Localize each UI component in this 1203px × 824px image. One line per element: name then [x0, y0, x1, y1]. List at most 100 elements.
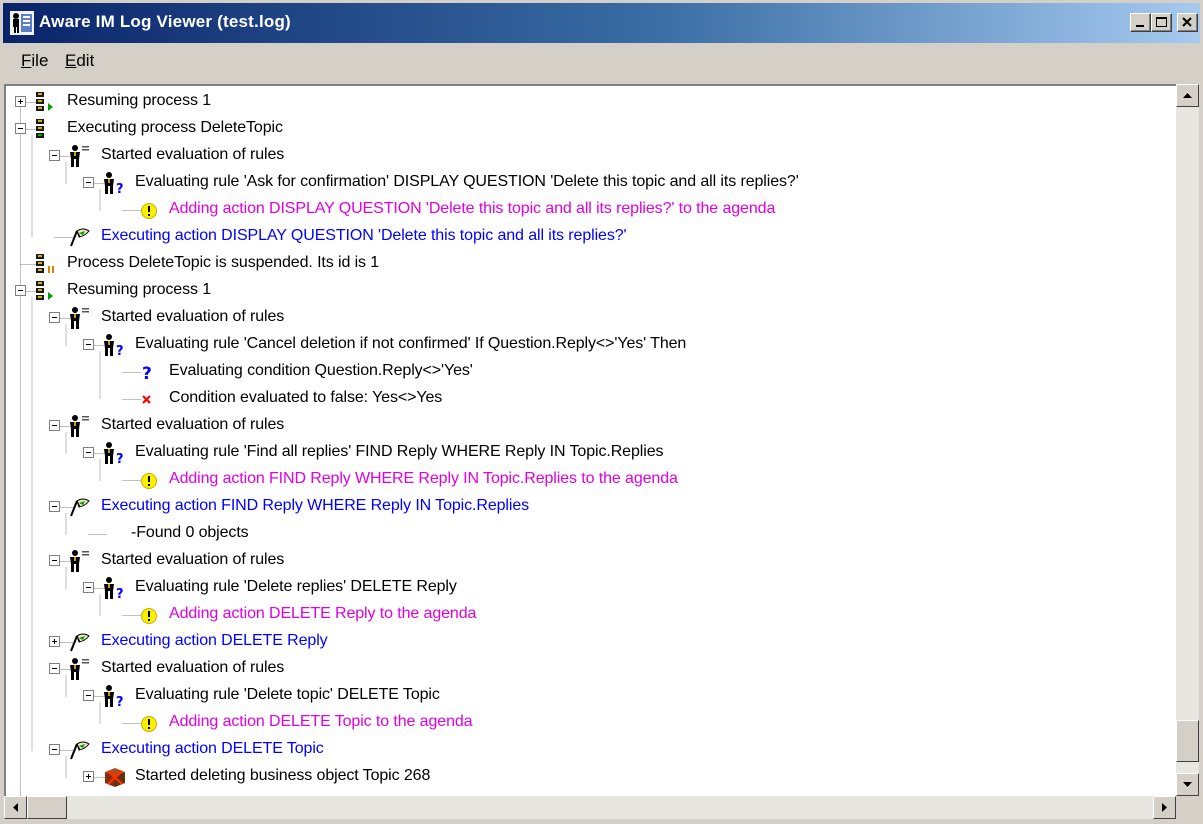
svg-text:?: ?: [116, 452, 124, 465]
maximize-button[interactable]: [1151, 13, 1172, 32]
flag-icon: [65, 225, 97, 249]
collapse-toggle[interactable]: [83, 582, 94, 593]
svg-text:?: ?: [116, 182, 124, 195]
tree-row[interactable]: ? Evaluating rule 'Delete topic' DELETE T…: [6, 683, 1178, 710]
scroll-right-button[interactable]: [1153, 796, 1176, 819]
tree-node-label: Evaluating rule 'Find all replies' FIND …: [135, 443, 664, 460]
tree-row[interactable]: -Found 0 objects: [6, 521, 1178, 548]
vertical-scroll-thumb[interactable]: [1176, 720, 1199, 762]
collapse-toggle[interactable]: [83, 447, 94, 458]
tree-node-label: Started evaluation of rules: [101, 146, 285, 163]
tree-node-label: Condition evaluated to false: Yes<>Yes: [169, 389, 443, 406]
collapse-toggle[interactable]: [49, 420, 60, 431]
title-bar[interactable]: Aware IM Log Viewer (test.log): [3, 3, 1200, 43]
tree-row[interactable]: ? Evaluating rule 'Cancel deletion if not…: [6, 332, 1178, 359]
horizontal-scrollbar[interactable]: [4, 796, 1176, 819]
tree-row[interactable]: Adding action DISPLAY QUESTION 'Delete t…: [6, 197, 1178, 224]
tree-row[interactable]: Started evaluation of rules: [6, 548, 1178, 575]
tree-row[interactable]: Adding action DELETE Reply to the agenda: [6, 602, 1178, 629]
tree-row[interactable]: Adding action FIND Reply WHERE Reply IN …: [6, 467, 1178, 494]
tree-node-label: Started evaluation of rules: [101, 308, 285, 325]
tree-row[interactable]: ? Evaluating rule 'Find all replies' FIND…: [6, 440, 1178, 467]
expand-toggle[interactable]: [83, 771, 94, 782]
tree-node-label: -Found 0 objects: [131, 524, 249, 541]
svg-text:?: ?: [116, 587, 124, 600]
tree-row[interactable]: ? Evaluating rule 'Ask for confirmation' …: [6, 170, 1178, 197]
tree-node-label: Resuming process 1: [67, 281, 212, 298]
vertical-scrollbar[interactable]: [1176, 84, 1199, 796]
rules-evaluation-icon: [65, 657, 97, 681]
scroll-up-button[interactable]: [1176, 84, 1199, 107]
tree-row[interactable]: Resuming process 1: [6, 89, 1178, 116]
horizontal-scroll-thumb[interactable]: [27, 796, 67, 819]
collapse-toggle[interactable]: [15, 123, 26, 134]
process-suspended-icon: [31, 252, 63, 276]
rule-question-icon: ?: [99, 171, 131, 197]
svg-text:?: ?: [116, 344, 124, 357]
rules-evaluation-icon: [65, 306, 97, 330]
collapse-toggle[interactable]: [49, 555, 60, 566]
tree-node-label: Executing action DELETE Reply: [101, 632, 328, 649]
collapse-toggle[interactable]: [49, 501, 60, 512]
tree-node-label: Adding action DISPLAY QUESTION 'Delete t…: [169, 200, 776, 217]
tree-row[interactable]: Started evaluation of rules: [6, 305, 1178, 332]
process-resume-icon: [31, 279, 63, 303]
tree-node-label: Process DeleteTopic is suspended. Its id…: [67, 254, 380, 271]
collapse-toggle[interactable]: [83, 339, 94, 350]
rule-question-icon: ?: [99, 333, 131, 359]
log-tree[interactable]: Resuming process 1 Executing process Dele…: [4, 84, 1178, 796]
collapse-toggle[interactable]: [15, 285, 26, 296]
scrollbar-corner: [1176, 796, 1199, 819]
menu-edit[interactable]: Edit: [65, 51, 94, 71]
rules-evaluation-icon: [65, 144, 97, 168]
tree-row[interactable]: Resuming process 1: [6, 278, 1178, 305]
rule-question-icon: ?: [99, 576, 131, 602]
collapse-toggle[interactable]: [83, 177, 94, 188]
svg-text:?: ?: [116, 695, 124, 708]
tree-row[interactable]: ? Evaluating rule 'Delete replies' DELETE…: [6, 575, 1178, 602]
rule-question-icon: ?: [99, 684, 131, 710]
scroll-down-button[interactable]: [1176, 773, 1199, 796]
tree-row[interactable]: Adding action DELETE Topic to the agenda: [6, 710, 1178, 737]
collapse-toggle[interactable]: [49, 312, 60, 323]
tree-row[interactable]: Process DeleteTopic is suspended. Its id…: [6, 251, 1178, 278]
minimize-button[interactable]: [1130, 13, 1151, 32]
scroll-left-button[interactable]: [4, 796, 27, 819]
question-icon: ?: [133, 360, 165, 384]
tree-row[interactable]: Started evaluation of rules: [6, 143, 1178, 170]
close-button[interactable]: [1177, 13, 1198, 32]
tree-node-label: Evaluating rule 'Cancel deletion if not …: [135, 335, 687, 352]
tree-node-label: Evaluating rule 'Delete topic' DELETE To…: [135, 686, 440, 703]
tree-row[interactable]: Started deleting business object Topic 2…: [6, 764, 1178, 791]
arrow-left-icon: [13, 803, 18, 812]
tree-row[interactable]: Executing action FIND Reply WHERE Reply …: [6, 494, 1178, 521]
arrow-up-icon: [1183, 93, 1192, 98]
tree-node-label: Adding action DELETE Topic to the agenda: [169, 713, 473, 730]
collapse-toggle[interactable]: [49, 150, 60, 161]
tree-row[interactable]: Executing action DISPLAY QUESTION 'Delet…: [6, 224, 1178, 251]
menu-file[interactable]: File: [21, 51, 48, 71]
expand-toggle[interactable]: [15, 96, 26, 107]
flag-icon: [65, 630, 97, 654]
close-icon: [1182, 17, 1192, 27]
tree-row[interactable]: Started evaluation of rules: [6, 656, 1178, 683]
tree-node-label: Resuming process 1: [67, 92, 212, 109]
tree-row[interactable]: Executing action DELETE Reply: [6, 629, 1178, 656]
tree-row[interactable]: Executing process DeleteTopic: [6, 116, 1178, 143]
tree-row[interactable]: Started evaluation of rules: [6, 413, 1178, 440]
warning-icon: [133, 711, 165, 735]
collapse-toggle[interactable]: [83, 690, 94, 701]
collapse-toggle[interactable]: [49, 663, 60, 674]
tree-row[interactable]: ? Evaluating condition Question.Reply<>'Y…: [6, 359, 1178, 386]
expand-toggle[interactable]: [49, 636, 60, 647]
svg-text:?: ?: [142, 364, 152, 384]
menu-bar: File Edit: [3, 45, 1200, 77]
tree-node-label: Evaluating condition Question.Reply<>'Ye…: [169, 362, 473, 379]
tree-node-label: Executing process DeleteTopic: [67, 119, 283, 136]
tree-row[interactable]: Executing action DELETE Topic: [6, 737, 1178, 764]
collapse-toggle[interactable]: [49, 744, 60, 755]
window-title: Aware IM Log Viewer (test.log): [39, 12, 291, 31]
app-icon: [10, 11, 34, 35]
tree-row[interactable]: Condition evaluated to false: Yes<>Yes: [6, 386, 1178, 413]
warning-icon: [133, 198, 165, 222]
